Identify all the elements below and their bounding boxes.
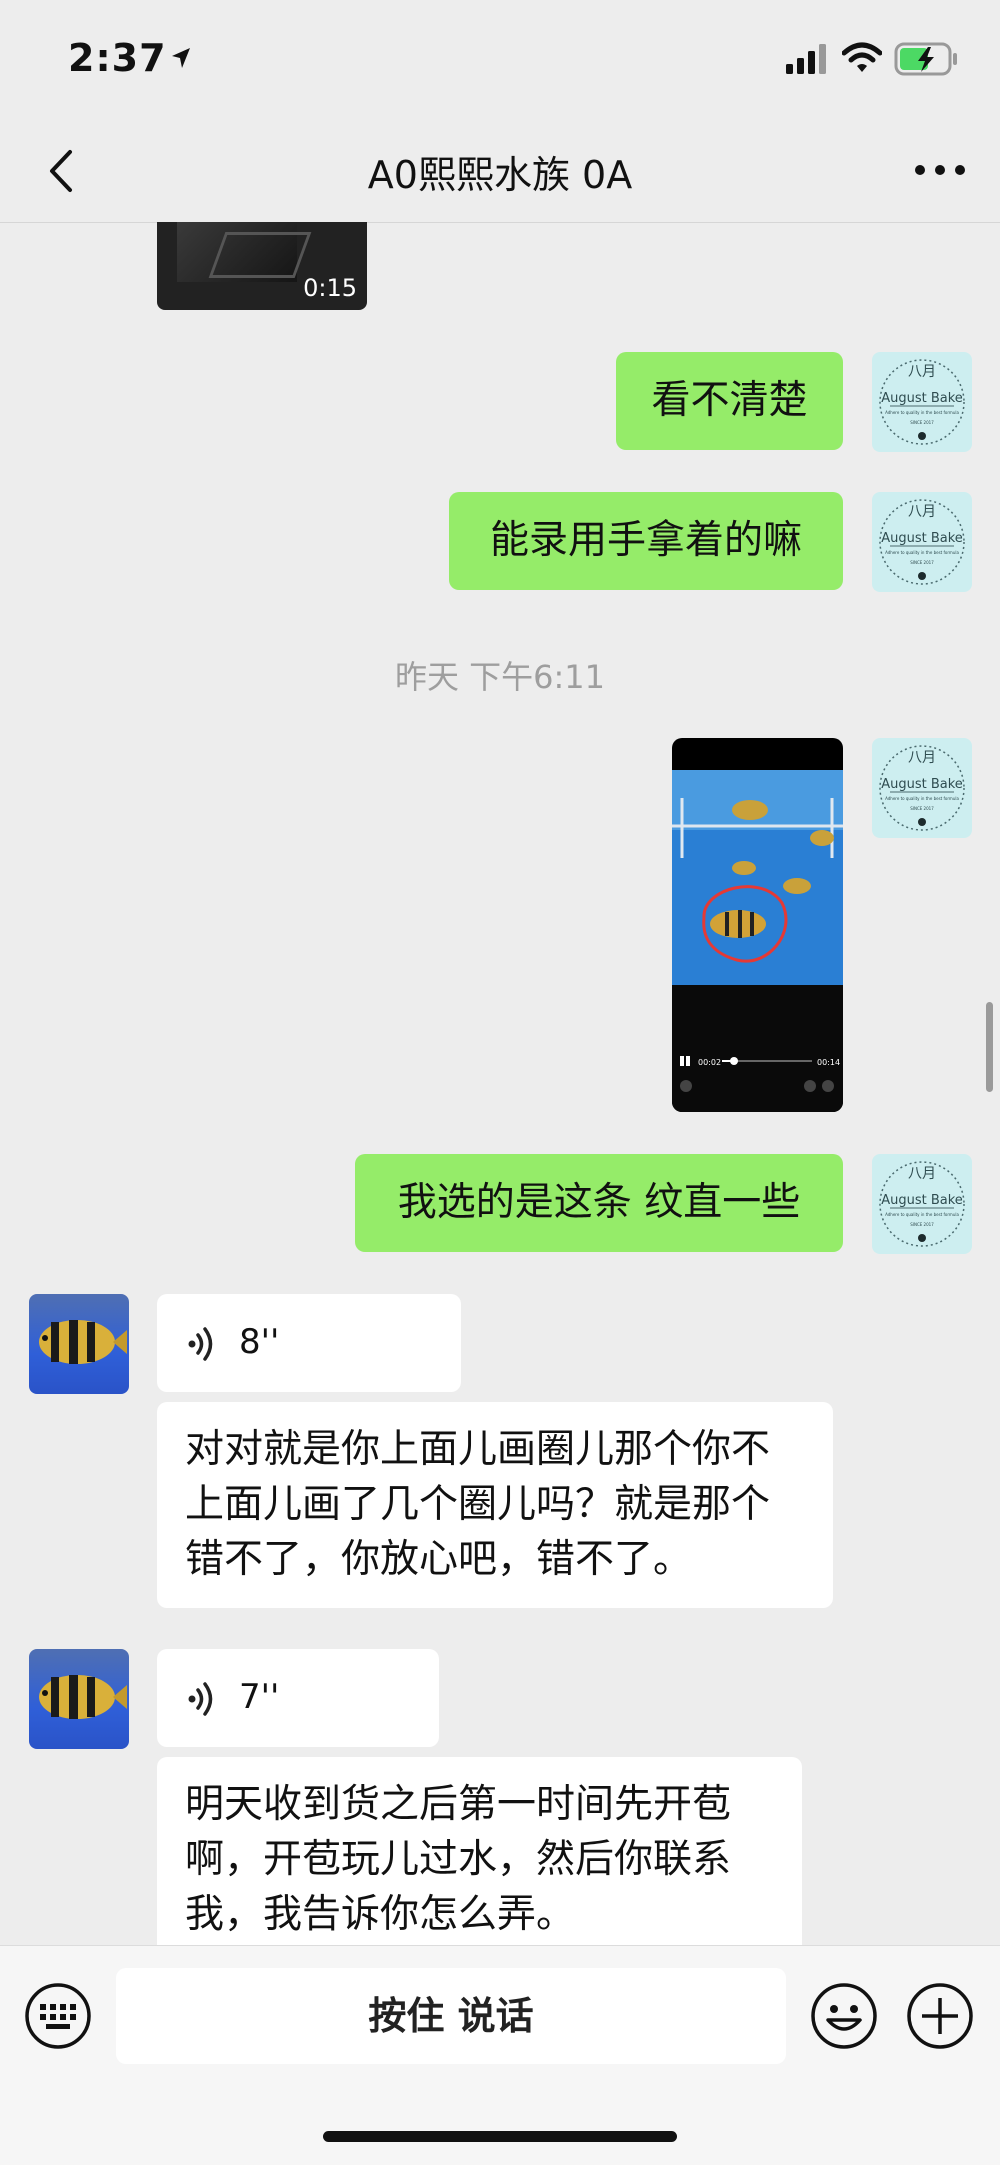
location-arrow-icon bbox=[172, 48, 190, 68]
sent-message[interactable]: 看不清楚 bbox=[616, 352, 843, 450]
logo-text-brand: August Bake bbox=[881, 1193, 963, 1208]
video-total-time: 00:14 bbox=[817, 1058, 840, 1067]
voice-duration: 7'' bbox=[239, 1677, 280, 1717]
contact-avatar[interactable] bbox=[29, 1294, 129, 1394]
self-avatar[interactable]: 八月 August Bake Adhere to quality in the be… bbox=[872, 492, 972, 592]
message-list[interactable]: 0:15 看不清楚 八月 August Bake Adhere to quality… bbox=[0, 222, 1000, 1945]
plus-icon[interactable] bbox=[906, 1982, 974, 2050]
logo-text-since: SINCE 2017 bbox=[910, 1222, 934, 1227]
logo-text-brand: August Bake bbox=[881, 777, 963, 792]
logo-text-top: 八月 bbox=[908, 364, 936, 380]
self-avatar[interactable]: 八月 August Bake Adhere to quality in the be… bbox=[872, 352, 972, 452]
status-time: 2:37 bbox=[68, 36, 167, 80]
video-thumbnail-detail bbox=[208, 232, 312, 278]
logo-text-brand: August Bake bbox=[881, 391, 963, 406]
contact-avatar[interactable] bbox=[29, 1649, 129, 1749]
hold-to-talk-button[interactable]: 按住 说话 bbox=[116, 1968, 786, 2064]
transcript-text: 明天收到货之后第一时间先开苞啊，开苞玩儿过水，然后你联系我，我告诉你怎么弄。 bbox=[185, 1782, 732, 1937]
wifi-icon bbox=[842, 42, 882, 72]
logo-text-top: 八月 bbox=[908, 504, 936, 520]
more-options-icon[interactable] bbox=[910, 150, 970, 190]
message-timestamp: 昨天 下午6:11 bbox=[394, 658, 606, 696]
logo-text-top: 八月 bbox=[908, 750, 936, 766]
logo-text-since: SINCE 2017 bbox=[910, 420, 934, 425]
logo-text-tagline: Adhere to quality in the best formula bbox=[885, 410, 959, 415]
logo-text-top: 八月 bbox=[908, 1166, 936, 1182]
logo-text-since: SINCE 2017 bbox=[910, 806, 934, 811]
august-bake-logo-icon: 八月 August Bake Adhere to quality in the be… bbox=[879, 359, 965, 445]
scrollbar[interactable] bbox=[986, 1002, 993, 1092]
logo-text-tagline: Adhere to quality in the best formula bbox=[885, 1212, 959, 1217]
voice-transcript: 对对就是你上面儿画圈儿那个你不上面儿画了几个圈儿吗？就是那个错不了，你放心吧，错… bbox=[157, 1402, 833, 1608]
cellular-signal-icon bbox=[786, 44, 826, 74]
august-bake-logo-icon: 八月 August Bake Adhere to quality in the be… bbox=[879, 745, 965, 831]
battery-charging-icon bbox=[894, 42, 957, 76]
input-bar: 按住 说话 bbox=[0, 1945, 1000, 2165]
august-bake-logo-icon: 八月 August Bake Adhere to quality in the be… bbox=[879, 499, 965, 585]
logo-text-tagline: Adhere to quality in the best formula bbox=[885, 550, 959, 555]
voice-wave-icon bbox=[188, 1327, 213, 1361]
emoji-icon[interactable] bbox=[810, 1982, 878, 2050]
voice-transcript: 明天收到货之后第一时间先开苞啊，开苞玩儿过水，然后你联系我，我告诉你怎么弄。 bbox=[157, 1757, 802, 1945]
status-bar: 2:37 bbox=[0, 0, 1000, 120]
video-current-time: 00:02 bbox=[698, 1058, 721, 1067]
tiger-fish-icon bbox=[39, 1675, 127, 1719]
keyboard-icon[interactable] bbox=[24, 1982, 92, 2050]
voice-message[interactable]: 8'' bbox=[157, 1294, 461, 1392]
voice-duration: 8'' bbox=[239, 1322, 280, 1362]
sent-message[interactable]: 我选的是这条 纹直一些 bbox=[355, 1154, 843, 1252]
logo-text-brand: August Bake bbox=[881, 531, 963, 546]
video-message[interactable]: 00:02 00:14 bbox=[672, 738, 843, 1112]
august-bake-logo-icon: 八月 August Bake Adhere to quality in the be… bbox=[879, 1161, 965, 1247]
chat-header: A0熙熙水族 0A bbox=[0, 120, 1000, 223]
message-text: 看不清楚 bbox=[651, 378, 808, 423]
self-avatar[interactable]: 八月 August Bake Adhere to quality in the be… bbox=[872, 1154, 972, 1254]
message-text: 能录用手拿着的嘛 bbox=[489, 518, 802, 563]
logo-text-since: SINCE 2017 bbox=[910, 560, 934, 565]
message-text: 我选的是这条 纹直一些 bbox=[397, 1180, 801, 1225]
transcript-text: 对对就是你上面儿画圈儿那个你不上面儿画了几个圈儿吗？就是那个错不了，你放心吧，错… bbox=[185, 1427, 771, 1582]
video-message-top[interactable]: 0:15 bbox=[157, 222, 367, 310]
self-avatar[interactable]: 八月 August Bake Adhere to quality in the be… bbox=[872, 738, 972, 838]
chat-title: A0熙熙水族 0A bbox=[367, 153, 633, 197]
home-indicator bbox=[323, 2131, 677, 2142]
sent-message[interactable]: 能录用手拿着的嘛 bbox=[449, 492, 843, 590]
tiger-fish-icon bbox=[39, 1320, 127, 1364]
voice-message[interactable]: 7'' bbox=[157, 1649, 439, 1747]
video-preview: 00:02 00:14 bbox=[672, 770, 843, 1112]
logo-text-tagline: Adhere to quality in the best formula bbox=[885, 796, 959, 801]
video-duration: 0:15 bbox=[303, 274, 357, 302]
voice-wave-icon bbox=[188, 1682, 213, 1716]
